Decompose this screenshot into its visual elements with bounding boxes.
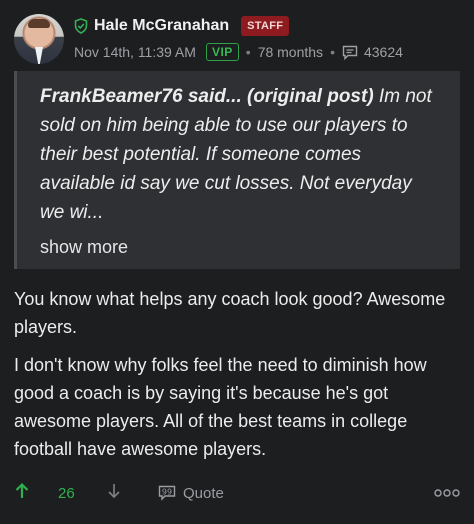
show-more-link[interactable]: show more [40,237,128,258]
avatar-hair [28,19,50,28]
staff-badge: STAFF [241,16,290,36]
quote-button[interactable]: 99 Quote [158,478,224,508]
member-tenure: 78 months [257,44,324,60]
post-meta: Nov 14th, 11:39 AM VIP • 78 months • 436… [74,41,403,63]
post-actions: 26 99 Quote [0,478,474,508]
post-count: 43624 [363,44,403,60]
post-paragraph-1: You know what helps any coach look good?… [14,289,446,337]
arrow-up-icon [14,482,30,505]
svg-text:99: 99 [162,487,172,496]
arrow-down-icon [106,482,122,505]
post-date[interactable]: Nov 14th, 11:39 AM [74,44,196,60]
author-name[interactable]: Hale McGranahan [94,17,229,35]
vote-count: 26 [58,484,75,502]
shield-check-icon [74,18,88,34]
separator-dot: • [330,44,335,60]
post-paragraph-2: I don't know why folks feel the need to … [14,355,427,459]
quote-icon: 99 [158,485,176,501]
more-horizontal-icon [434,484,460,502]
quote-label: Quote [183,484,224,502]
quote-author[interactable]: FrankBeamer76 said... (original post) [40,86,374,107]
more-options-button[interactable] [434,478,460,508]
quote-text: FrankBeamer76 said... (original post) Im… [40,82,440,227]
comment-icon [342,45,358,60]
downvote-button[interactable] [106,478,122,508]
post-header: Hale McGranahan STAFF [74,14,290,38]
quoted-post: FrankBeamer76 said... (original post) Im… [14,71,460,269]
vip-badge: VIP [205,43,239,61]
avatar[interactable] [14,14,64,64]
upvote-button[interactable] [14,478,30,508]
avatar-shirt [35,47,43,64]
separator-dot: • [245,44,251,60]
